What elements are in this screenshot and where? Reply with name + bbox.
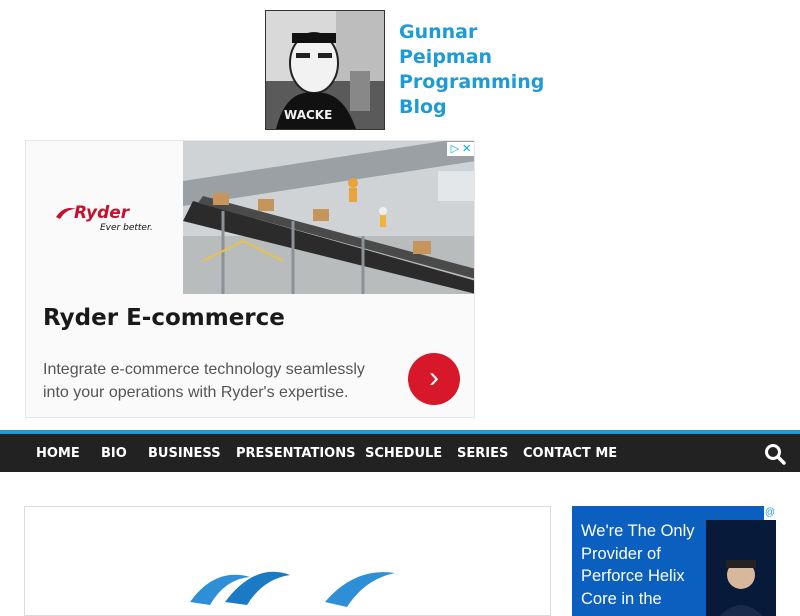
svg-text:WACKE: WACKE <box>284 108 332 122</box>
magnifier-glyph <box>765 444 786 465</box>
ad-cta-button[interactable]: › <box>408 353 460 405</box>
nav-item-schedule[interactable]: SCHEDULE <box>365 434 442 472</box>
advertisement-banner[interactable]: Ryder Ever better. ▷ ✕ Ryder E-commerce … <box>25 140 475 418</box>
nav-item-contact-me[interactable]: CONTACT ME <box>523 434 617 472</box>
sidebar-ad-text: We're The Only Provider of Perforce Heli… <box>581 522 695 608</box>
site-title-line: Peipman <box>399 46 493 68</box>
ad-brand-name: Ryder <box>74 203 130 223</box>
chevron-right-icon: › <box>429 361 439 394</box>
site-title-line: Programming <box>399 71 545 93</box>
ad-image-conveyor[interactable]: ▷ ✕ <box>183 141 474 294</box>
site-title-line: Blog <box>399 96 447 118</box>
nav-item-presentations[interactable]: PRESENTATIONS <box>236 434 355 472</box>
search-icon[interactable] <box>764 443 786 465</box>
ad-brand-logo: Ryder Ever better. <box>54 203 184 243</box>
ad-description: Integrate e-commerce technology seamless… <box>43 361 365 401</box>
site-title[interactable]: Gunnar Peipman Programming Blog <box>399 20 545 120</box>
avatar-illustration: WACKE <box>266 11 384 129</box>
conveyor-warehouse-illustration <box>183 141 474 294</box>
nav-item-bio[interactable]: BIO <box>101 434 127 472</box>
ad-choices-badge[interactable]: ▷ ✕ <box>447 142 474 156</box>
main-navigation: HOME BIO BUSINESS PRESENTATIONS SCHEDULE… <box>0 434 800 472</box>
ad-headline[interactable]: Ryder E-commerce <box>43 305 285 331</box>
nav-item-series[interactable]: SERIES <box>457 434 508 472</box>
nav-item-business[interactable]: BUSINESS <box>148 434 221 472</box>
sidebar-ad-choices-badge[interactable]: @ <box>764 506 776 520</box>
ad-brand-tagline: Ever better. <box>100 223 153 233</box>
author-avatar-logo[interactable]: WACKE <box>265 10 385 130</box>
nav-item-home[interactable]: HOME <box>36 434 80 472</box>
sidebar-ad-person-image <box>706 520 776 616</box>
site-title-line: Gunnar <box>399 21 478 43</box>
